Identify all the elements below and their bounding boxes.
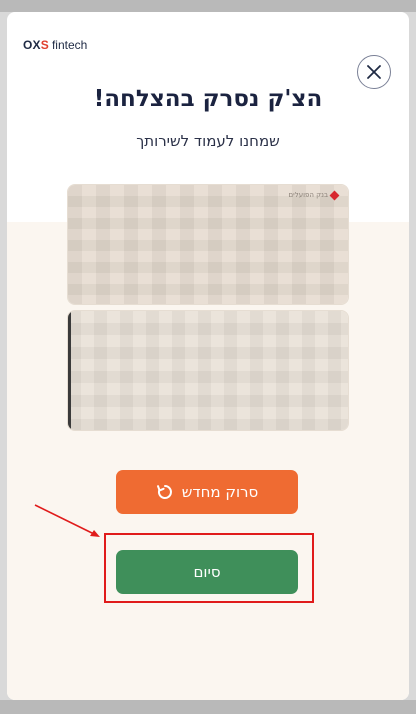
bank-name: בנק הפועלים bbox=[288, 191, 328, 199]
cheque-front-image: בנק הפועלים bbox=[67, 184, 349, 305]
bank-logo-icon bbox=[329, 190, 340, 200]
cheque-back-image bbox=[67, 310, 349, 431]
page-title: הצ'ק נסרק בהצלחה! bbox=[93, 86, 323, 112]
cheque-front-blur bbox=[68, 185, 348, 304]
page-subtitle: שמחנו לעמוד לשירותך bbox=[136, 132, 280, 150]
brand-logo: OXS fintech bbox=[23, 38, 87, 54]
annotation-highlight-box bbox=[104, 533, 314, 603]
rescan-button-label: סרוק מחדש bbox=[181, 483, 259, 501]
brand-mark: OXS bbox=[23, 38, 49, 52]
brand-name: fintech bbox=[51, 38, 88, 52]
close-icon bbox=[367, 65, 381, 79]
cheque-back-edge bbox=[68, 311, 71, 430]
bank-logo: בנק הפועלים bbox=[288, 190, 340, 200]
close-button[interactable] bbox=[357, 55, 391, 89]
rescan-button[interactable]: סרוק מחדש bbox=[116, 470, 298, 514]
window-top-bar bbox=[0, 0, 416, 12]
cheque-back-blur bbox=[68, 311, 348, 430]
window-bottom-bar bbox=[0, 700, 416, 714]
refresh-icon bbox=[156, 485, 172, 499]
